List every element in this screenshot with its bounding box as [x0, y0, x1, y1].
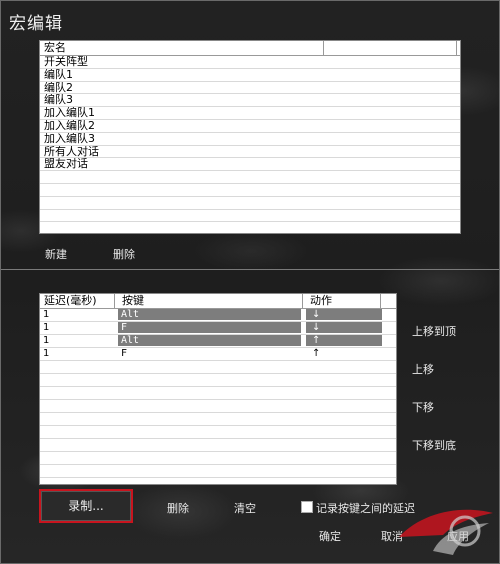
action-cell: ↓: [306, 309, 382, 320]
macro-list-item[interactable]: 所有人对话: [40, 146, 460, 159]
record-delay-checkbox[interactable]: [301, 501, 313, 513]
key-table-empty-row: [40, 452, 396, 465]
macro-list-empty-row: [40, 184, 460, 197]
macro-list[interactable]: 宏名 开关阵型 编队1 编队2 编队3 加入编队1 加入编队2 加入编队3 所有人对话 盟友对话: [39, 40, 461, 234]
macro-list-item[interactable]: 开关阵型: [40, 56, 460, 69]
action-column-header[interactable]: 动作: [306, 294, 381, 308]
key-cell: Alt: [118, 335, 301, 346]
macro-list-item[interactable]: 编队2: [40, 82, 460, 95]
move-to-top-button[interactable]: 上移到顶: [412, 323, 456, 339]
macro-list-item[interactable]: 加入编队1: [40, 107, 460, 120]
macro-list-header: 宏名: [40, 41, 460, 56]
key-table-header: 延迟(毫秒) 按键 动作: [40, 294, 396, 309]
key-table-empty-row: [40, 361, 396, 374]
delay-cell: 1: [43, 309, 50, 320]
key-table-row[interactable]: 1 F ↑: [40, 348, 396, 361]
delete-macro-button[interactable]: 删除: [113, 246, 135, 262]
key-table-empty-row: [40, 400, 396, 413]
brand-logo-icon: [399, 509, 493, 555]
key-table-row[interactable]: 1 Alt ↓: [40, 309, 396, 322]
key-table-empty-row: [40, 374, 396, 387]
key-sequence-table[interactable]: 延迟(毫秒) 按键 动作 1 Alt ↓ 1 F ↓ 1 Alt ↑ 1 F ↑: [39, 293, 397, 485]
macro-list-empty-row: [40, 222, 460, 233]
key-table-empty-row: [40, 387, 396, 400]
macro-name-column-header[interactable]: 宏名: [40, 41, 324, 55]
key-column-header[interactable]: 按键: [118, 294, 303, 308]
action-cell: ↑: [312, 348, 321, 359]
key-cell: F: [118, 322, 301, 333]
new-macro-button[interactable]: 新建: [45, 246, 67, 262]
macro-list-item[interactable]: 编队1: [40, 69, 460, 82]
key-table-empty-row: [40, 413, 396, 426]
window-title: 宏编辑: [9, 14, 63, 34]
delay-cell: 1: [43, 322, 50, 333]
ok-button[interactable]: 确定: [319, 528, 341, 544]
macro-editor-window: 宏编辑 宏名 开关阵型 编队1 编队2 编队3 加入编队1 加入编队2 加入编队3 所有人对话…: [0, 0, 500, 564]
move-up-button[interactable]: 上移: [412, 361, 434, 377]
key-cell: F: [121, 348, 128, 359]
clear-button[interactable]: 清空: [234, 500, 256, 516]
delay-column-header[interactable]: 延迟(毫秒): [40, 294, 115, 308]
key-table-empty-row: [40, 439, 396, 452]
action-cell: ↑: [306, 335, 382, 346]
macro-list-empty-row: [40, 171, 460, 184]
macro-list-item[interactable]: 编队3: [40, 94, 460, 108]
key-table-row[interactable]: 1 F ↓: [40, 322, 396, 335]
key-cell: Alt: [118, 309, 301, 320]
section-divider: [1, 269, 499, 270]
macro-list-empty-row: [40, 197, 460, 210]
move-down-button[interactable]: 下移: [412, 399, 434, 415]
delay-cell: 1: [43, 348, 50, 359]
macro-list-item[interactable]: 盟友对话: [40, 158, 460, 172]
key-table-row[interactable]: 1 Alt ↑: [40, 335, 396, 348]
delay-cell: 1: [43, 335, 50, 346]
record-button[interactable]: 录制...: [39, 489, 133, 523]
key-table-empty-row: [40, 478, 396, 484]
move-to-bottom-button[interactable]: 下移到底: [412, 437, 456, 453]
key-table-empty-row: [40, 426, 396, 439]
macro-list-empty-row: [40, 210, 460, 223]
action-cell: ↓: [306, 322, 382, 333]
key-table-empty-row: [40, 465, 396, 478]
macro-list-item[interactable]: 加入编队2: [40, 120, 460, 133]
delete-key-button[interactable]: 删除: [167, 500, 189, 516]
macro-list-extra-column-header[interactable]: [324, 41, 457, 55]
macro-list-item[interactable]: 加入编队3: [40, 133, 460, 146]
